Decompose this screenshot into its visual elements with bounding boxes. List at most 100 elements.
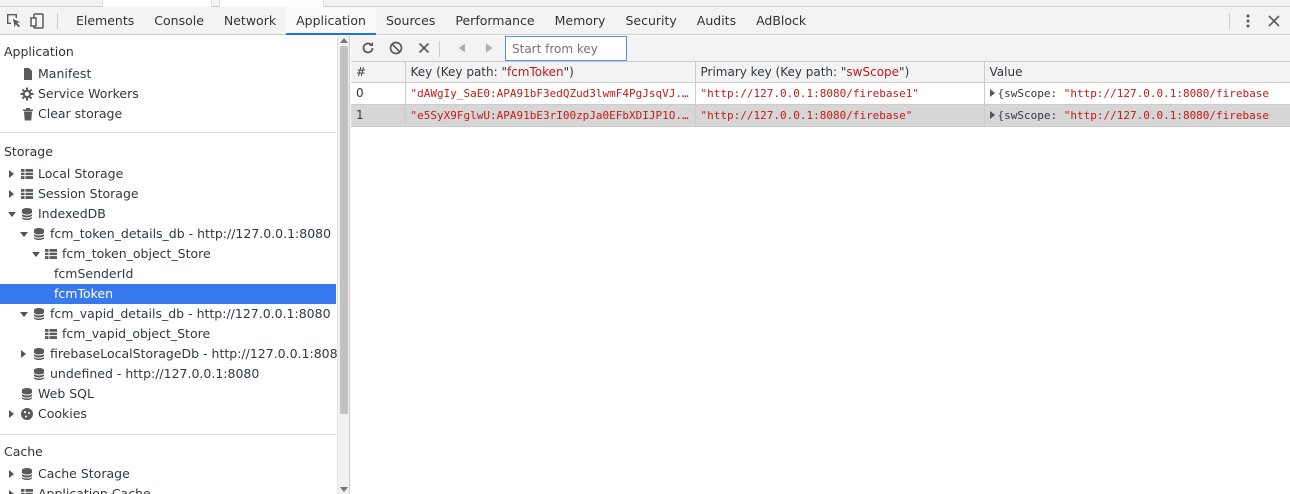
sidebar-item-manifest[interactable]: Manifest: [0, 64, 336, 84]
sidebar-item-clear-storage[interactable]: Clear storage: [0, 104, 336, 124]
scrollbar-thumb[interactable]: [340, 46, 348, 414]
row-key: "dAWgIy_SaE0:APA91bF3edQZud3lwmF4PgJsqVJ…: [405, 82, 696, 105]
sidebar-scrollbar[interactable]: [337, 36, 349, 494]
sidebar-item-label: IndexedDB: [38, 206, 106, 221]
tab-adblock[interactable]: AdBlock: [746, 7, 816, 35]
tab-memory[interactable]: Memory: [545, 7, 616, 35]
sidebar-item-label: fcm_vapid_details_db - http://127.0.0.1:…: [50, 306, 331, 321]
expand-arrow-icon[interactable]: [9, 170, 14, 178]
sidebar-item-fcm-vapid-object-store[interactable]: fcm_vapid_object_Store: [0, 324, 336, 344]
value-key: {swScope:: [997, 108, 1064, 122]
collapse-arrow-icon[interactable]: [32, 252, 40, 257]
header-text: Key (Key path: ": [410, 64, 507, 79]
refresh-icon[interactable]: [360, 40, 376, 56]
next-page-icon[interactable]: [481, 40, 497, 56]
more-options-icon[interactable]: [1240, 12, 1256, 30]
expand-arrow-icon[interactable]: [989, 110, 995, 119]
toolbar-divider: [57, 13, 58, 29]
row-primary-key: "http://127.0.0.1:8080/firebase1": [695, 82, 985, 105]
sidebar-item-label: Local Storage: [38, 166, 124, 181]
close-devtools-icon[interactable]: [1266, 12, 1282, 30]
delete-selected-icon[interactable]: [416, 40, 432, 56]
tab-application[interactable]: Application: [286, 7, 376, 35]
sidebar-item-web-sql[interactable]: Web SQL: [0, 384, 336, 404]
sidebar-item-label: Web SQL: [38, 386, 94, 401]
sidebar-item-label: Service Workers: [38, 86, 139, 101]
tab-console[interactable]: Console: [144, 7, 214, 35]
inspect-element-icon[interactable]: [5, 12, 23, 30]
gear-icon: [20, 87, 34, 101]
sidebar-item-label: fcmToken: [54, 286, 114, 301]
section-divider: [0, 434, 336, 435]
expand-arrow-icon[interactable]: [989, 88, 995, 97]
tab-network[interactable]: Network: [214, 7, 286, 35]
sidebar-item-fcmtoken[interactable]: fcmToken: [0, 284, 336, 304]
grid-header-row: # Key (Key path: "fcmToken") Primary key…: [351, 62, 1290, 83]
sidebar-item-service-workers[interactable]: Service Workers: [0, 84, 336, 104]
column-header-index[interactable]: #: [351, 62, 406, 83]
section-heading-application: Application: [4, 44, 74, 59]
expand-arrow-icon[interactable]: [9, 190, 14, 198]
sidebar-item-fcmsenderid[interactable]: fcmSenderId: [0, 264, 336, 284]
cookie-icon: [21, 408, 33, 420]
table-grid-icon: [45, 249, 57, 259]
scroll-up-arrow-icon[interactable]: [340, 38, 348, 43]
sidebar-item-undefined-db[interactable]: undefined - http://127.0.0.1:8080: [0, 364, 336, 384]
tab-sources[interactable]: Sources: [376, 7, 445, 35]
value-string: "http://127.0.0.1:8080/firebase: [1063, 108, 1270, 122]
devtools-tabbar: Elements Console Network Application Sou…: [0, 7, 1290, 35]
database-icon: [21, 388, 33, 400]
browser-tab-fragment: [219, 0, 324, 7]
expand-arrow-icon[interactable]: [9, 470, 14, 478]
toolbar-divider: [439, 41, 440, 57]
indexeddb-data-view: # Key (Key path: "fcmToken") Primary key…: [351, 36, 1290, 494]
table-row[interactable]: 0 "dAWgIy_SaE0:APA91bF3edQZud3lwmF4PgJsq…: [351, 82, 1290, 105]
sidebar-item-application-cache[interactable]: Application Cache: [0, 484, 336, 494]
sidebar-item-fcm-token-object-store[interactable]: fcm_token_object_Store: [0, 244, 336, 264]
sidebar-item-fcm-vapid-details-db[interactable]: fcm_vapid_details_db - http://127.0.0.1:…: [0, 304, 336, 324]
column-header-value[interactable]: Value: [984, 62, 1290, 83]
database-icon: [33, 368, 45, 380]
row-key: "e5SyX9FglwU:APA91bE3rI00zpJa0EFbXDIJP1O…: [405, 104, 696, 127]
collapse-arrow-icon[interactable]: [20, 312, 28, 317]
previous-page-icon[interactable]: [454, 40, 470, 56]
start-from-key-input[interactable]: [505, 36, 627, 61]
value-string: "http://127.0.0.1:8080/firebase: [1063, 86, 1270, 100]
tab-elements[interactable]: Elements: [66, 7, 144, 35]
sidebar-item-label: fcm_token_details_db - http://127.0.0.1:…: [50, 226, 332, 241]
device-toolbar-icon[interactable]: [29, 12, 47, 30]
collapse-arrow-icon[interactable]: [20, 232, 28, 237]
table-row[interactable]: 1 "e5SyX9FglwU:APA91bE3rI00zpJa0EFbXDIJP…: [351, 104, 1290, 127]
database-icon: [21, 208, 33, 220]
sidebar-item-cookies[interactable]: Cookies: [0, 404, 336, 424]
column-header-key[interactable]: Key (Key path: "fcmToken"): [405, 62, 696, 83]
row-value[interactable]: {swScope: "http://127.0.0.1:8080/firebas…: [984, 104, 1290, 127]
devtools-tabs: Elements Console Network Application Sou…: [66, 7, 816, 35]
scroll-down-arrow-icon[interactable]: [340, 487, 348, 492]
database-icon: [33, 228, 45, 240]
clear-object-store-icon[interactable]: [388, 40, 404, 56]
collapse-arrow-icon[interactable]: [8, 212, 16, 217]
sidebar-item-firebase-localstorage-db[interactable]: firebaseLocalStorageDb - http://127.0.0.…: [0, 344, 346, 364]
sidebar-tree: Application Manifest Service Workers Cle…: [0, 36, 346, 494]
sidebar-item-label: fcm_vapid_object_Store: [62, 326, 211, 341]
sidebar-item-label: Session Storage: [38, 186, 139, 201]
tab-audits[interactable]: Audits: [687, 7, 746, 35]
tab-performance[interactable]: Performance: [445, 7, 544, 35]
expand-arrow-icon[interactable]: [9, 410, 14, 418]
sidebar-item-fcm-token-details-db[interactable]: fcm_token_details_db - http://127.0.0.1:…: [0, 224, 336, 244]
sidebar-item-label: firebaseLocalStorageDb - http://127.0.0.…: [50, 346, 346, 361]
sidebar-item-label: fcm_token_object_Store: [62, 246, 211, 261]
tab-security[interactable]: Security: [615, 7, 686, 35]
sidebar-item-cache-storage[interactable]: Cache Storage: [0, 464, 336, 484]
expand-arrow-icon[interactable]: [21, 350, 26, 358]
sidebar-item-local-storage[interactable]: Local Storage: [0, 164, 336, 184]
section-divider: [0, 132, 336, 133]
expand-arrow-icon[interactable]: [9, 490, 14, 494]
sidebar-item-indexeddb[interactable]: IndexedDB: [0, 204, 336, 224]
key-path: fcmToken: [506, 64, 564, 79]
row-value[interactable]: {swScope: "http://127.0.0.1:8080/firebas…: [984, 82, 1290, 105]
sidebar-item-session-storage[interactable]: Session Storage: [0, 184, 336, 204]
column-header-primary-key[interactable]: Primary key (Key path: "swScope"): [695, 62, 985, 83]
sidebar-item-label: Application Cache: [38, 486, 151, 494]
